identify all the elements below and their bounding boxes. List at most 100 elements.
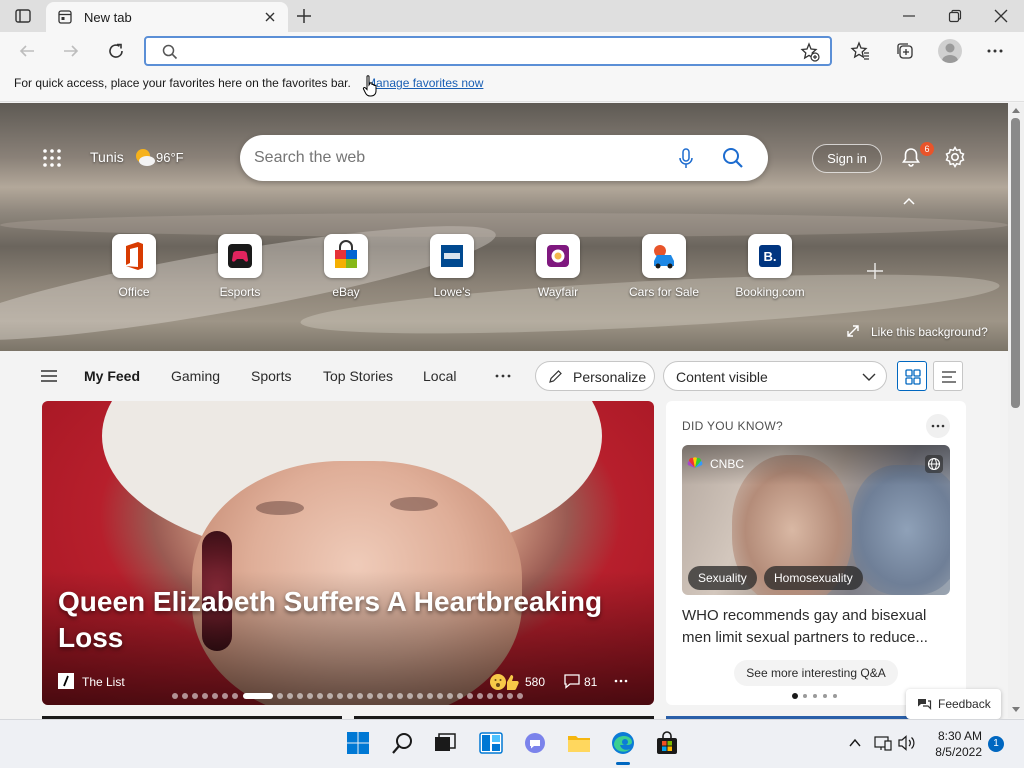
weather-location[interactable]: Tunis bbox=[90, 149, 124, 165]
globe-icon[interactable] bbox=[925, 455, 943, 473]
quick-link-booking[interactable]: B. Booking.com bbox=[720, 234, 820, 302]
microsoft-store-icon[interactable] bbox=[654, 730, 680, 756]
tag-homosexuality[interactable]: Homosexuality bbox=[764, 566, 863, 590]
address-input[interactable] bbox=[186, 42, 786, 62]
network-icon[interactable] bbox=[874, 735, 892, 751]
quick-link-cars-for-sale[interactable]: Cars for Sale bbox=[614, 234, 714, 302]
side-card-more-icon[interactable] bbox=[926, 414, 950, 438]
close-tab-icon[interactable] bbox=[264, 11, 276, 23]
taskbar bbox=[0, 719, 1024, 768]
refresh-icon[interactable] bbox=[106, 41, 126, 61]
quick-link-label: eBay bbox=[332, 285, 360, 299]
tab-new-tab[interactable]: New tab bbox=[46, 2, 288, 32]
quick-link-wayfair[interactable]: Wayfair bbox=[508, 234, 608, 302]
quick-link-ebay[interactable]: eBay bbox=[296, 234, 396, 302]
tab-top-stories[interactable]: Top Stories bbox=[323, 368, 393, 384]
more-qa-button[interactable]: See more interesting Q&A bbox=[734, 660, 898, 686]
tab-sports[interactable]: Sports bbox=[251, 368, 291, 384]
file-explorer-icon[interactable] bbox=[566, 730, 592, 756]
more-tabs-icon[interactable] bbox=[494, 369, 512, 383]
pencil-icon bbox=[548, 369, 563, 384]
main-news-card[interactable] bbox=[42, 401, 654, 705]
feedback-icon bbox=[916, 697, 932, 711]
scroll-up-arrow-icon[interactable] bbox=[1011, 106, 1021, 114]
more-menu-icon[interactable] bbox=[986, 42, 1004, 60]
list-view-button[interactable] bbox=[933, 361, 963, 391]
restore-icon[interactable] bbox=[948, 9, 962, 23]
tab-my-feed[interactable]: My Feed bbox=[84, 368, 140, 384]
task-view-icon[interactable] bbox=[432, 730, 458, 756]
quick-link-lowes[interactable]: Lowe's bbox=[402, 234, 502, 302]
apps-launcher-icon[interactable] bbox=[42, 148, 62, 168]
reaction-emoji-icon[interactable] bbox=[488, 672, 522, 692]
collapse-chevron-icon[interactable] bbox=[902, 196, 916, 206]
expand-icon[interactable] bbox=[846, 324, 860, 338]
main-card-headline[interactable]: Queen Elizabeth Suffers A Heartbreaking … bbox=[58, 584, 618, 656]
content-visibility-select[interactable]: Content visible bbox=[663, 361, 887, 391]
windows-start-icon[interactable] bbox=[345, 730, 371, 756]
personalize-button[interactable]: Personalize bbox=[535, 361, 655, 391]
search-icon bbox=[162, 44, 178, 60]
hamburger-menu-icon[interactable] bbox=[40, 368, 58, 384]
address-bar[interactable] bbox=[144, 36, 832, 66]
personalize-label: Personalize bbox=[573, 369, 647, 385]
settings-gear-icon[interactable] bbox=[944, 146, 966, 168]
add-favorite-icon[interactable] bbox=[800, 42, 820, 62]
weather-temperature[interactable]: 96°F bbox=[156, 150, 184, 165]
feedback-button[interactable]: Feedback bbox=[906, 689, 1001, 719]
active-app-indicator bbox=[616, 762, 630, 765]
back-icon[interactable] bbox=[18, 42, 36, 60]
content-visibility-value: Content visible bbox=[676, 369, 768, 385]
taskbar-date[interactable]: 8/5/2022 bbox=[922, 745, 982, 759]
notifications-bell-icon[interactable] bbox=[901, 147, 921, 167]
close-window-icon[interactable] bbox=[994, 9, 1008, 23]
active-page-indicator[interactable] bbox=[243, 693, 273, 699]
card-more-icon[interactable] bbox=[614, 676, 628, 686]
profile-avatar[interactable] bbox=[938, 39, 962, 63]
web-search-box[interactable] bbox=[240, 135, 768, 181]
forward-icon[interactable] bbox=[62, 42, 80, 60]
quick-link-office[interactable]: Office bbox=[84, 234, 184, 302]
show-hidden-icons-chevron-icon[interactable] bbox=[848, 737, 862, 749]
tab-local[interactable]: Local bbox=[423, 368, 456, 384]
notification-center-badge[interactable]: 1 bbox=[988, 736, 1004, 752]
side-card-title[interactable]: WHO recommends gay and bisexual men limi… bbox=[682, 605, 950, 649]
chevron-down-icon bbox=[862, 372, 876, 382]
manage-favorites-link[interactable]: Manage favorites now bbox=[366, 76, 483, 90]
search-submit-icon[interactable] bbox=[722, 147, 744, 169]
new-tab-plus-icon[interactable] bbox=[296, 8, 312, 24]
collections-icon[interactable] bbox=[895, 41, 915, 61]
sign-in-button[interactable]: Sign in bbox=[812, 144, 882, 173]
teams-chat-icon[interactable] bbox=[522, 730, 548, 756]
tab-actions-icon[interactable] bbox=[14, 7, 32, 25]
volume-icon[interactable] bbox=[898, 735, 916, 751]
search-icon[interactable] bbox=[390, 730, 416, 756]
add-quick-link-icon[interactable] bbox=[866, 262, 884, 280]
taskbar-time[interactable]: 8:30 AM bbox=[922, 729, 982, 743]
side-card-source: CNBC bbox=[710, 457, 745, 471]
quick-link-label: Lowe's bbox=[433, 285, 471, 299]
scrollbar-thumb[interactable] bbox=[1011, 118, 1020, 408]
microphone-icon[interactable] bbox=[678, 148, 694, 170]
side-card-pagination[interactable] bbox=[792, 693, 842, 699]
grid-view-icon bbox=[905, 369, 921, 385]
favorites-icon[interactable] bbox=[850, 41, 870, 61]
grid-view-button[interactable] bbox=[897, 361, 927, 391]
edge-browser-icon[interactable] bbox=[610, 730, 636, 756]
main-card-source[interactable]: The List bbox=[82, 675, 125, 689]
comment-icon[interactable] bbox=[563, 673, 581, 689]
scroll-down-arrow-icon[interactable] bbox=[1011, 706, 1021, 714]
hand-cursor-icon bbox=[362, 74, 380, 98]
tab-gaming[interactable]: Gaming bbox=[171, 368, 220, 384]
widgets-icon[interactable] bbox=[478, 730, 504, 756]
web-search-input[interactable] bbox=[254, 146, 654, 170]
carousel-pagination[interactable] bbox=[172, 692, 532, 700]
minimize-icon[interactable] bbox=[902, 10, 916, 22]
quick-link-label: Cars for Sale bbox=[628, 285, 700, 299]
side-card-heading: DID YOU KNOW? bbox=[682, 419, 784, 433]
quick-link-esports[interactable]: Esports bbox=[190, 234, 290, 302]
partly-sunny-icon bbox=[132, 146, 156, 168]
quick-link-label: Wayfair bbox=[537, 285, 579, 299]
tag-sexuality[interactable]: Sexuality bbox=[688, 566, 757, 590]
like-background-link[interactable]: Like this background? bbox=[871, 325, 988, 339]
